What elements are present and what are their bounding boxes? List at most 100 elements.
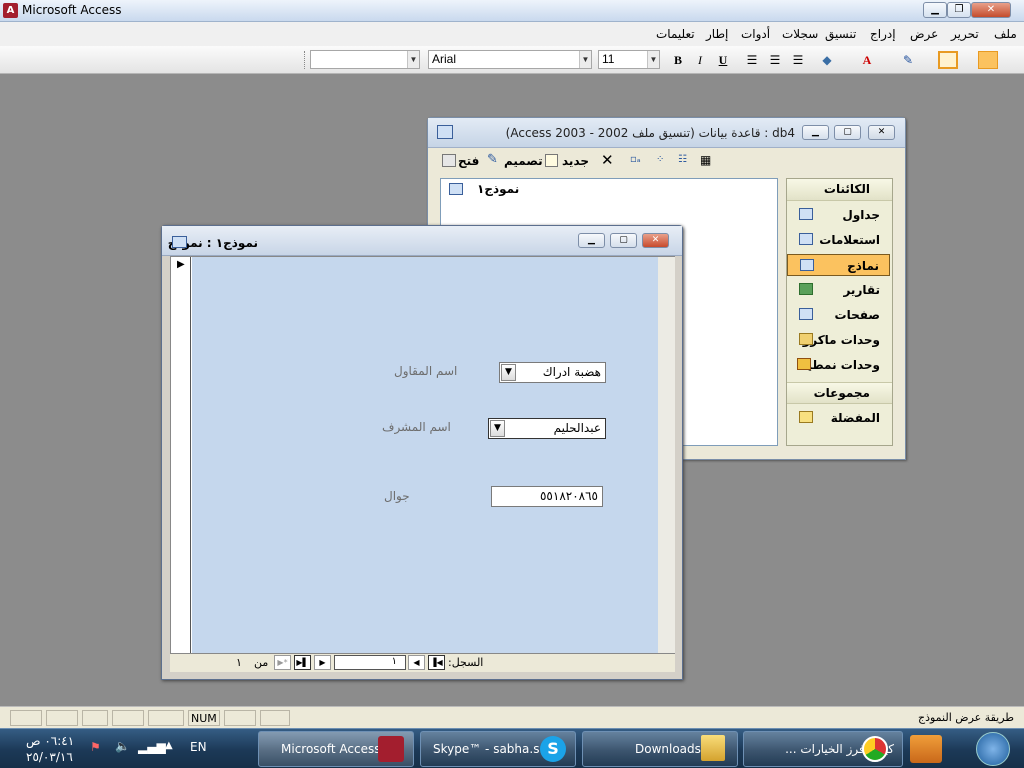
font-combo[interactable]: Arial ▼	[428, 50, 592, 69]
objects-header[interactable]: الكائنات	[787, 179, 892, 201]
object-tables[interactable]: جداول	[787, 204, 890, 226]
db-maximize-button[interactable]: ▢	[834, 125, 861, 140]
record-of-label: من	[254, 656, 269, 669]
menu-file[interactable]: ملف	[994, 27, 1017, 41]
object-reports[interactable]: تقارير	[787, 279, 890, 301]
list-view-icon[interactable]: ☷	[678, 154, 687, 165]
new-button[interactable]: جديد	[562, 154, 589, 168]
mobile-field[interactable]: ٥٥١٨٢٠٨٦٥	[491, 486, 603, 507]
restore-button[interactable]: ❐	[947, 2, 971, 18]
status-bar: طريقة عرض النموذج NUM	[0, 706, 1024, 728]
taskbar: كيفية فرز الخيارات ... Downloads ...Skyp…	[0, 728, 1024, 768]
database-window-caption[interactable]: db4 : قاعدة بيانات (تنسيق ملف 2002 - 200…	[428, 118, 905, 148]
bold-button[interactable]: B	[668, 51, 688, 69]
record-total: ١	[236, 656, 242, 669]
italic-button[interactable]: I	[690, 51, 710, 69]
minimize-button[interactable]: ▁	[923, 2, 947, 18]
previous-record-button[interactable]: ◀	[408, 655, 425, 670]
start-button[interactable]	[976, 732, 1010, 766]
form-maximize-button[interactable]: ▢	[610, 233, 637, 248]
status-panel	[82, 710, 108, 726]
group-favorites[interactable]: المفضلة	[787, 407, 890, 429]
menu-format[interactable]: تنسيق	[825, 27, 856, 41]
form-icon	[449, 183, 463, 195]
last-record-button[interactable]: ▶▌	[294, 655, 311, 670]
record-label: السجل:	[448, 656, 484, 669]
db-close-button[interactable]: ✕	[868, 125, 895, 140]
record-selector[interactable]: ▶	[171, 257, 191, 653]
mobile-label: جوال	[384, 489, 410, 503]
network-icon[interactable]: ▂▄▆	[138, 740, 166, 754]
object-combo[interactable]: ▼	[310, 50, 420, 69]
border-width-icon[interactable]	[938, 51, 958, 69]
groups-header[interactable]: مجموعات	[787, 382, 892, 404]
vertical-scrollbar[interactable]	[658, 257, 675, 653]
new-icon	[545, 154, 558, 167]
menu-tools[interactable]: أدوات	[741, 27, 770, 41]
details-view-icon[interactable]: ▦	[700, 153, 711, 167]
toolbar-grip[interactable]	[304, 51, 307, 69]
access-task-icon	[378, 736, 404, 762]
favorites-icon	[799, 411, 813, 423]
action-center-icon[interactable]: ⚑	[90, 740, 101, 754]
fill-color-icon[interactable]: ◆	[817, 51, 837, 69]
menu-help[interactable]: تعليمات	[656, 27, 695, 41]
menu-window[interactable]: إطار	[706, 27, 728, 41]
align-center-icon[interactable]: ☰	[765, 51, 785, 69]
skype-icon: S	[540, 736, 566, 762]
align-right-icon[interactable]: ☰	[742, 51, 762, 69]
underline-button[interactable]: U	[713, 51, 733, 69]
formatting-toolbar: ▼ Arial ▼ 11 ▼ B I U ☰ ☰ ☰ ◆ A ✎	[0, 46, 1024, 74]
clock-time[interactable]: ٠٦:٤١ ص	[26, 734, 74, 748]
font-size-combo[interactable]: 11 ▼	[598, 50, 660, 69]
menu-view[interactable]: عرض	[910, 27, 938, 41]
font-value: Arial	[432, 52, 457, 66]
language-indicator[interactable]: EN	[190, 740, 207, 754]
new-record-button[interactable]: ▶*	[274, 655, 291, 670]
access-app-icon[interactable]: A	[3, 3, 18, 18]
form-close-button[interactable]: ✕	[642, 233, 669, 248]
menu-bar: ملف تحرير عرض إدراج تنسيق سجلات أدوات إط…	[0, 22, 1024, 46]
db-minimize-button[interactable]: ▁	[802, 125, 829, 140]
delete-icon[interactable]: ✕	[601, 151, 614, 169]
folder-icon	[701, 735, 725, 761]
record-number-input[interactable]: ١	[334, 655, 406, 670]
form-window-caption[interactable]: نموذج١ : نموذج ▁ ▢ ✕	[162, 226, 682, 256]
status-text: طريقة عرض النموذج	[918, 711, 1015, 724]
design-button[interactable]: تصميم	[504, 154, 543, 168]
show-hidden-icons-icon[interactable]: ▲	[165, 740, 173, 751]
font-color-icon[interactable]: A	[857, 51, 877, 69]
contractor-combo[interactable]: هضبة ادراك ▼	[499, 362, 606, 383]
clock-date[interactable]: ٢٥/٠٣/١٦	[26, 750, 73, 764]
supervisor-label: اسم المشرف	[382, 420, 451, 434]
align-left-icon[interactable]: ☰	[788, 51, 808, 69]
form-window[interactable]: نموذج١ : نموذج ▁ ▢ ✕ ▶ اسم المقاول هضبة …	[161, 225, 683, 680]
first-record-button[interactable]: ▐◀	[428, 655, 445, 670]
menu-edit[interactable]: تحرير	[951, 27, 979, 41]
line-color-icon[interactable]: ✎	[898, 51, 918, 69]
menu-insert[interactable]: إدراج	[870, 27, 896, 41]
object-forms[interactable]: نماذج	[787, 254, 890, 276]
media-player-icon[interactable]	[910, 735, 942, 763]
object-macros[interactable]: وحدات ماكرو	[787, 329, 890, 351]
database-window-title: db4 : قاعدة بيانات (تنسيق ملف 2002 - 200…	[505, 126, 795, 140]
supervisor-combo[interactable]: عبدالحليم ▼	[488, 418, 606, 439]
status-panel	[224, 710, 256, 726]
open-button[interactable]: فتح	[458, 154, 479, 168]
volume-icon[interactable]: 🔈	[115, 739, 130, 753]
small-icons-icon[interactable]: ⁘	[656, 154, 664, 165]
large-icons-icon[interactable]: ▫ₐ	[630, 154, 641, 165]
close-button[interactable]: ✕	[971, 2, 1011, 18]
status-panel	[46, 710, 78, 726]
object-queries[interactable]: استعلامات	[787, 229, 890, 251]
menu-records[interactable]: سجلات	[782, 27, 818, 41]
form-minimize-button[interactable]: ▁	[578, 233, 605, 248]
app-title: Microsoft Access	[22, 3, 122, 17]
special-effect-icon[interactable]	[978, 51, 998, 69]
list-item[interactable]: نموذج١	[477, 182, 519, 196]
form-icon	[172, 236, 187, 248]
object-modules[interactable]: وحدات نمطية	[787, 354, 890, 376]
num-lock-indicator: NUM	[188, 710, 220, 726]
object-pages[interactable]: صفحات	[787, 304, 890, 326]
next-record-button[interactable]: ▶	[314, 655, 331, 670]
